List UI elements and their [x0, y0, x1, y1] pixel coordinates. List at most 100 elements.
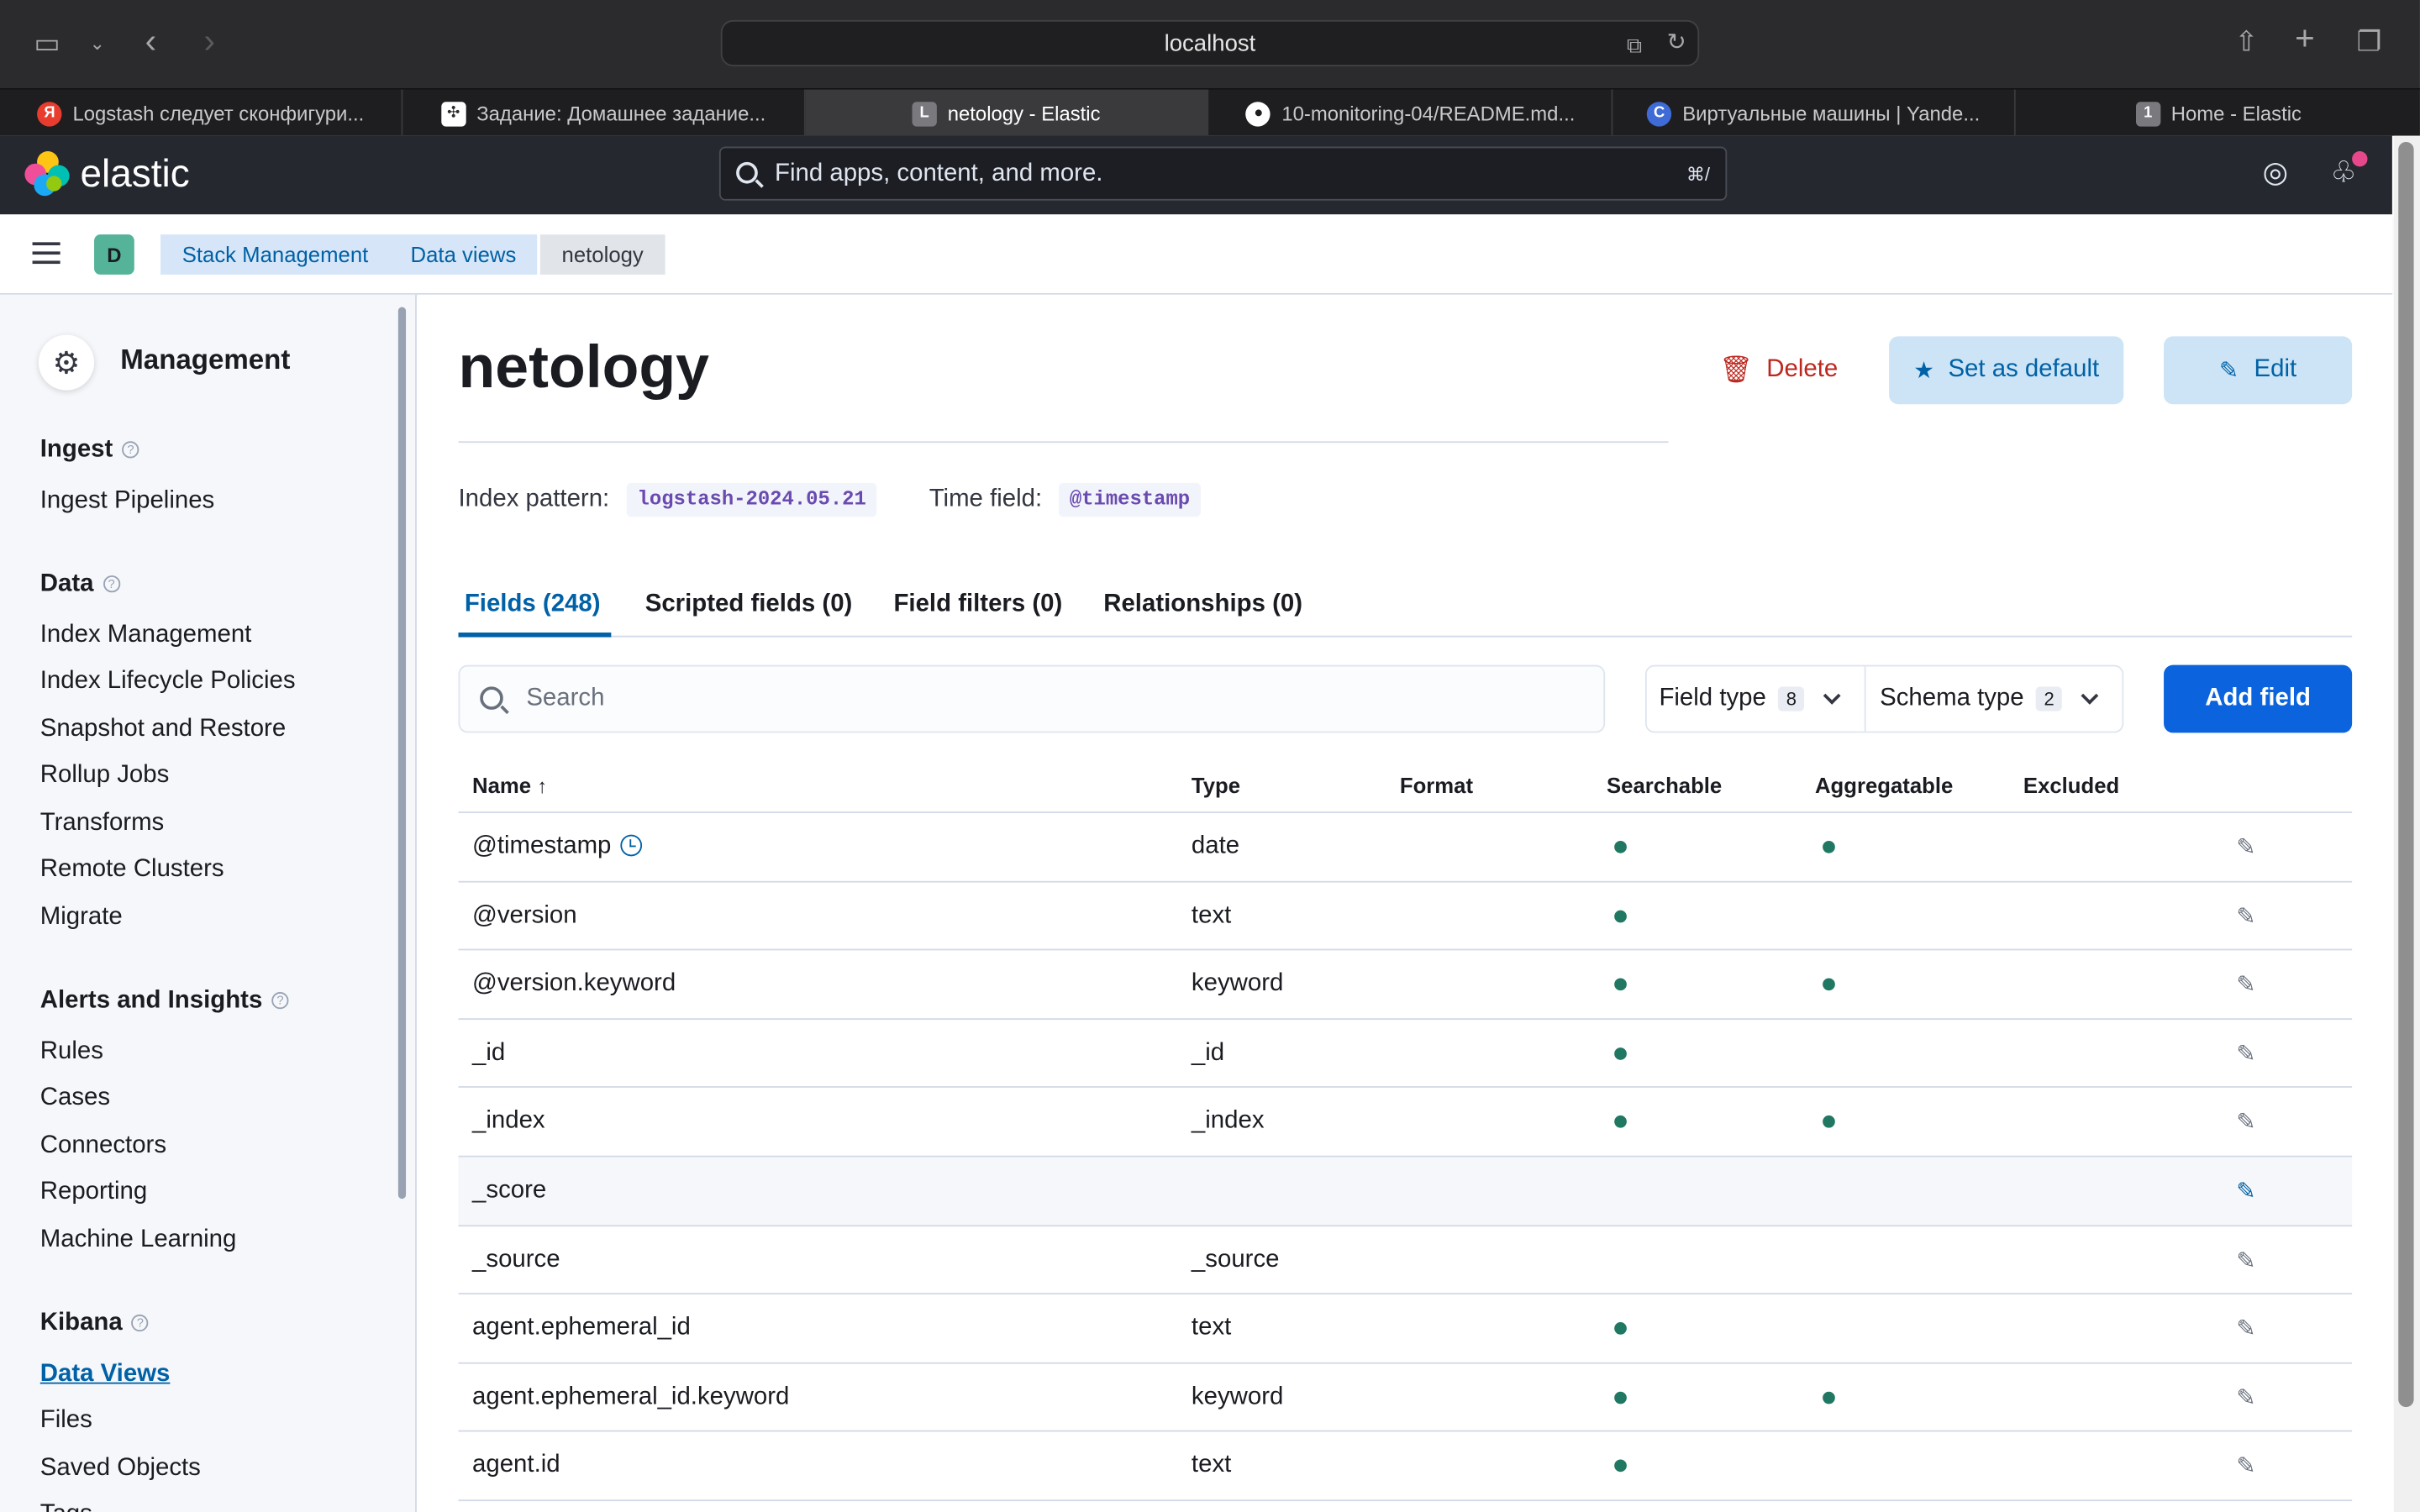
field-search-input[interactable]: Search — [458, 664, 1606, 733]
table-row[interactable]: agent.id text ✎ — [458, 1432, 2353, 1501]
table-row[interactable]: _id _id ✎ — [458, 1020, 2353, 1089]
index-pattern-label: Index pattern: — [458, 486, 610, 512]
column-header-searchable[interactable]: Searchable — [1607, 773, 1722, 797]
sidebar-item-remote-clusters[interactable]: Remote Clusters — [40, 856, 224, 884]
question-icon: ? — [131, 1314, 149, 1332]
scrollbar-thumb[interactable] — [2398, 141, 2414, 1408]
sidebar-item-migrate[interactable]: Migrate — [40, 904, 123, 932]
sidebar-item-connectors[interactable]: Connectors — [40, 1132, 166, 1160]
tab-scripted-fields[interactable]: Scripted fields (0) — [645, 591, 853, 618]
forward-icon[interactable]: › — [203, 24, 214, 57]
sidebar-item-tags[interactable]: Tags — [40, 1501, 92, 1512]
sidebar-item-data-views[interactable]: Data Views — [40, 1361, 171, 1389]
edit-field-pencil-icon[interactable]: ✎ — [2236, 1108, 2255, 1136]
table-row[interactable]: @timestamp date ✎ — [458, 813, 2353, 882]
time-field-value: @timestamp — [1058, 482, 1201, 517]
edit-field-pencil-icon[interactable]: ✎ — [2236, 1383, 2255, 1411]
translate-icon[interactable]: ⧉ — [1627, 29, 1642, 60]
chevron-down-icon[interactable]: ⌄ — [90, 28, 105, 59]
sidebar-item-files[interactable]: Files — [40, 1407, 92, 1435]
table-row[interactable]: _index _index ✎ — [458, 1089, 2353, 1158]
chevron-down-icon — [2081, 686, 2099, 705]
back-icon[interactable]: ‹ — [145, 24, 156, 57]
column-header-excluded[interactable]: Excluded — [2023, 773, 2119, 797]
browser-tabs: Я Logstash следует сконфигури... ✣ Задан… — [0, 87, 2420, 138]
help-icon[interactable]: ◎ — [2263, 156, 2288, 192]
task-icon: ✣ — [440, 101, 466, 126]
browser-tab-label: Задание: Домашнее задание... — [476, 102, 766, 125]
tab-relationships[interactable]: Relationships (0) — [1103, 591, 1302, 618]
browser-tab[interactable]: Я Logstash следует сконфигури... — [0, 89, 403, 138]
delete-button[interactable]: 🗑 Delete — [1719, 336, 1838, 404]
browser-tab[interactable]: 1 Home - Elastic — [2018, 90, 2420, 138]
sidebar-item-reporting[interactable]: Reporting — [40, 1179, 147, 1206]
brand-name[interactable]: elastic — [81, 153, 190, 197]
edit-field-pencil-icon[interactable]: ✎ — [2236, 902, 2255, 930]
tab-fields[interactable]: Fields (248) — [465, 591, 601, 618]
column-header-format[interactable]: Format — [1400, 773, 1473, 797]
edit-button[interactable]: ✎ Edit — [2164, 336, 2353, 405]
edit-field-pencil-icon[interactable]: ✎ — [2236, 1177, 2255, 1205]
browser-tab-active[interactable]: L netology - Elastic — [805, 89, 1209, 138]
table-row[interactable]: agent.ephemeral_id.keyword keyword ✎ — [458, 1363, 2353, 1433]
page-title: netology — [458, 334, 709, 402]
schema-type-filter[interactable]: Schema type 2 — [1880, 666, 2099, 731]
star-icon: ★ — [1913, 358, 1934, 385]
fields-table: Name ↑ Type Format Searchable Aggregatab… — [458, 758, 2353, 1501]
address-bar[interactable]: localhost ⧉ ↻ — [720, 19, 1700, 66]
table-row[interactable]: @version.keyword keyword ✎ — [458, 951, 2353, 1020]
sidebar-item-snapshot-restore[interactable]: Snapshot and Restore — [40, 716, 286, 743]
share-icon[interactable]: ⇧ — [2235, 26, 2259, 57]
sidebar-scrollbar[interactable] — [397, 307, 407, 1200]
table-row[interactable]: _score ✎ — [458, 1157, 2353, 1226]
sidebar-item-ilm[interactable]: Index Lifecycle Policies — [40, 668, 296, 696]
column-header-aggregatable[interactable]: Aggregatable — [1815, 773, 1953, 797]
edit-field-pencil-icon[interactable]: ✎ — [2236, 833, 2255, 861]
sidebar-item-index-management[interactable]: Index Management — [40, 622, 252, 649]
global-search-input[interactable]: Find apps, content, and more. ⌘/ — [718, 146, 1728, 201]
elastic-logo-icon[interactable] — [24, 150, 71, 197]
edit-field-pencil-icon[interactable]: ✎ — [2236, 1040, 2255, 1067]
sidebar-item-machine-learning[interactable]: Machine Learning — [40, 1226, 237, 1254]
browser-tab-label: Home - Elastic — [2170, 102, 2302, 125]
sidebar-item-rollup-jobs[interactable]: Rollup Jobs — [40, 762, 170, 790]
sidebar-item-rules[interactable]: Rules — [40, 1038, 103, 1066]
browser-tab-label: Logstash следует сконфигури... — [72, 102, 365, 125]
table-header: Name ↑ Type Format Searchable Aggregatab… — [458, 758, 2353, 813]
edit-field-pencil-icon[interactable]: ✎ — [2236, 1452, 2255, 1480]
space-avatar[interactable]: D — [94, 234, 134, 275]
column-header-type[interactable]: Type — [1192, 773, 1240, 797]
edit-field-pencil-icon[interactable]: ✎ — [2236, 971, 2255, 998]
page-scrollbar[interactable] — [2393, 135, 2420, 1512]
reload-icon[interactable]: ↻ — [1667, 28, 1686, 59]
table-row[interactable]: _source _source ✎ — [458, 1226, 2353, 1295]
searchable-dot-icon — [1614, 841, 1627, 853]
browser-tab[interactable]: ● 10-monitoring-04/README.md... — [1210, 89, 1613, 138]
active-tab-indicator — [458, 633, 612, 638]
browser-tab[interactable]: ✣ Задание: Домашнее задание... — [402, 89, 806, 138]
yandex-cloud-icon: C — [1646, 101, 1672, 126]
tab-field-filters[interactable]: Field filters (0) — [893, 591, 1062, 618]
edit-field-pencil-icon[interactable]: ✎ — [2236, 1315, 2255, 1342]
new-tab-icon[interactable]: + — [2295, 21, 2315, 55]
add-field-button[interactable]: Add field — [2164, 664, 2353, 733]
column-header-name[interactable]: Name ↑ — [472, 773, 547, 797]
breadcrumb-data-views[interactable]: Data views — [388, 234, 539, 275]
browser-tab[interactable]: C Виртуальные машины | Yande... — [1612, 89, 2016, 138]
table-row[interactable]: agent.ephemeral_id text ✎ — [458, 1294, 2353, 1364]
edit-field-pencil-icon[interactable]: ✎ — [2236, 1246, 2255, 1273]
menu-icon[interactable] — [32, 242, 60, 265]
sidebar-toggle-icon[interactable]: ▭ — [34, 28, 60, 59]
breadcrumb-stack-management[interactable]: Stack Management — [160, 234, 390, 275]
sidebar-item-ingest-pipelines[interactable]: Ingest Pipelines — [40, 487, 214, 515]
table-row[interactable]: @version text ✎ — [458, 882, 2353, 951]
sidebar-item-transforms[interactable]: Transforms — [40, 810, 165, 837]
field-type-filter[interactable]: Field type 8 — [1659, 666, 1841, 731]
sidebar-item-cases[interactable]: Cases — [40, 1084, 110, 1112]
set-default-button[interactable]: ★ Set as default — [1889, 336, 2124, 405]
time-field-label: Time field: — [929, 486, 1043, 512]
tab-overview-icon[interactable]: ❐ — [2357, 26, 2382, 57]
sidebar-item-saved-objects[interactable]: Saved Objects — [40, 1455, 201, 1483]
sidebar-title: Management — [120, 344, 291, 375]
field-type: keyword — [1191, 1383, 1284, 1410]
